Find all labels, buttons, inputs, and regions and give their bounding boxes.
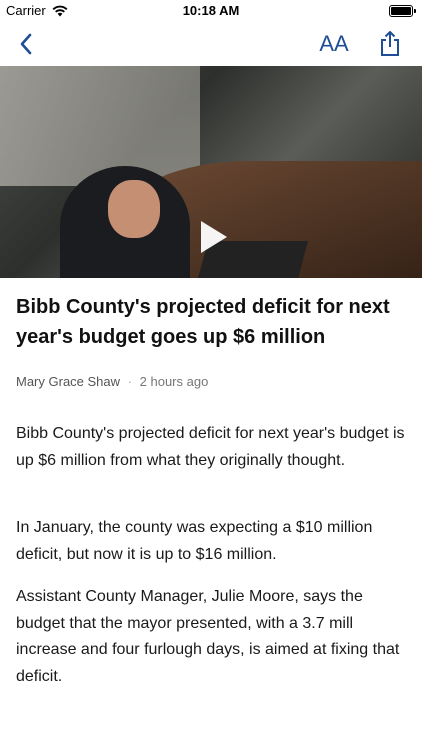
article-byline: Mary Grace Shaw · 2 hours ago (16, 374, 408, 389)
battery-icon (389, 5, 416, 17)
play-icon (201, 221, 227, 253)
article-headline: Bibb County's projected deficit for next… (16, 296, 390, 348)
article-timestamp: 2 hours ago (139, 374, 209, 389)
text-size-icon: AA (319, 31, 349, 56)
play-button[interactable] (187, 213, 235, 261)
share-icon (381, 31, 399, 56)
back-button[interactable] (8, 22, 44, 66)
author-name: Mary Grace Shaw (16, 374, 121, 389)
status-time: 10:18 AM (182, 3, 240, 18)
video-frame (0, 66, 200, 186)
video-player[interactable] (0, 66, 422, 278)
navigation-bar: AA (0, 22, 422, 66)
article-paragraph: Bibb County's projected deficit for next… (16, 425, 405, 469)
chevron-left-icon (20, 33, 32, 55)
share-button[interactable] (372, 22, 408, 66)
status-bar: Carrier 10:18 AM (0, 0, 422, 22)
text-size-button[interactable]: AA (312, 22, 356, 66)
article-paragraph: In January, the county was expecting a $… (16, 519, 373, 563)
article-paragraph: Assistant County Manager, Julie Moore, s… (16, 588, 400, 685)
byline-separator: · (127, 374, 133, 389)
